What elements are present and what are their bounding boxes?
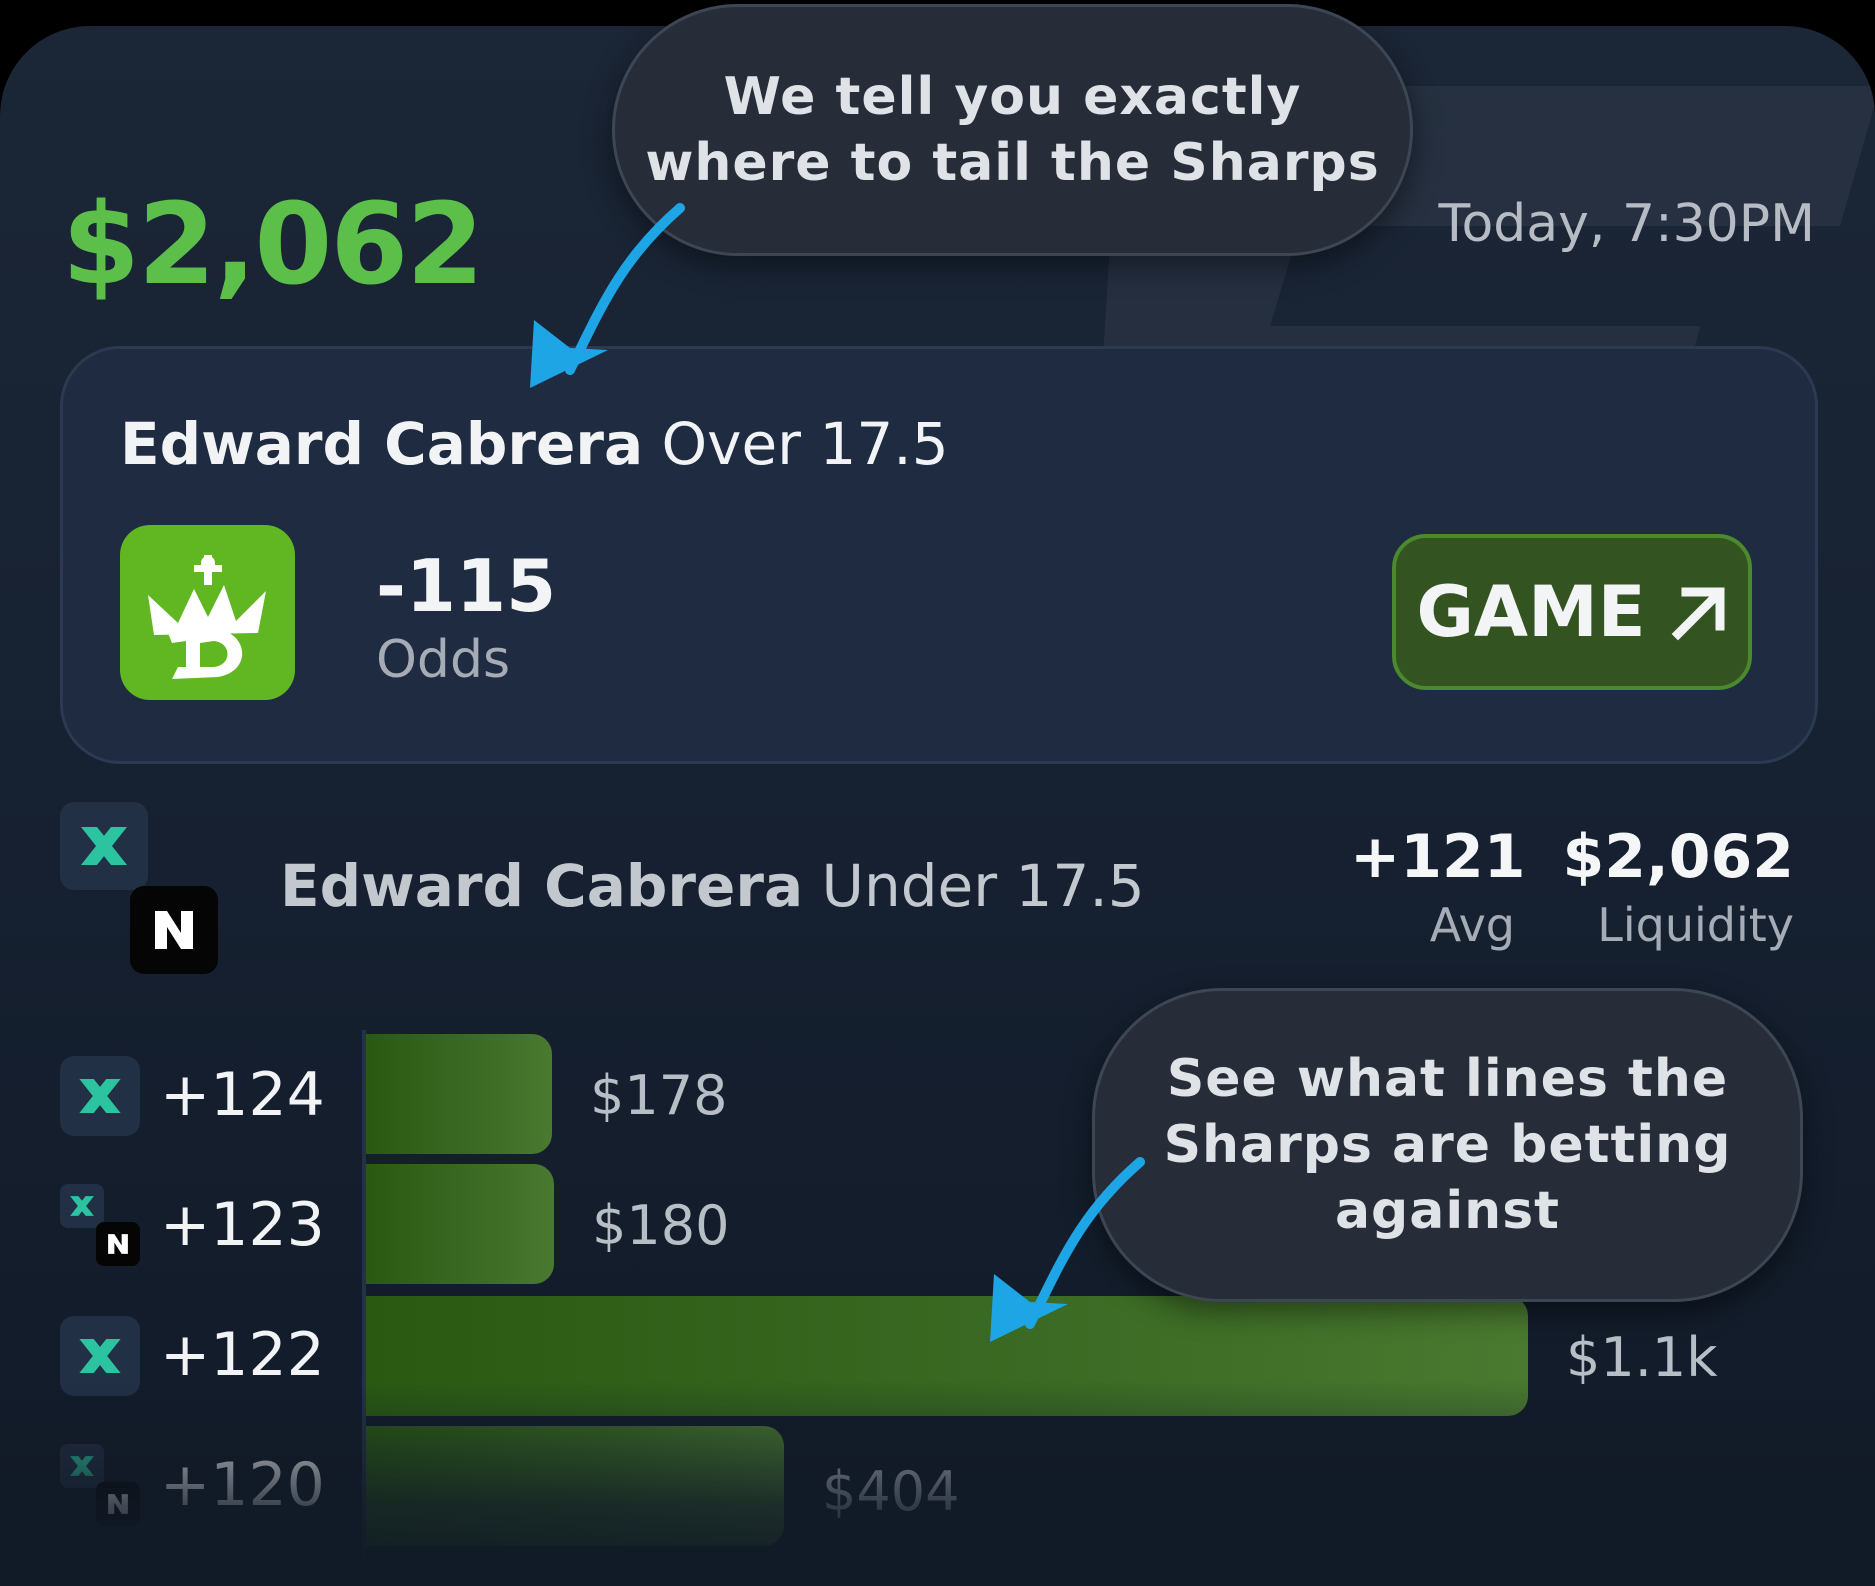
game-button[interactable]: GAME <box>1392 534 1752 690</box>
callout-bottom-text: See what lines the Sharps are betting ag… <box>1163 1049 1732 1241</box>
liquidity-bar[interactable] <box>366 1164 554 1284</box>
exchange-x-icon <box>60 1056 140 1136</box>
exchange-x-icon <box>60 802 148 890</box>
liquidity-stat: $2,062 Liquidity <box>1560 822 1794 952</box>
avg-value: +121 <box>1350 822 1526 892</box>
game-button-label: GAME <box>1416 571 1646 653</box>
market-line: Under 17.5 <box>821 852 1145 920</box>
avg-label: Avg <box>1429 898 1515 952</box>
exchange-x-icon <box>60 1316 140 1396</box>
avg-stat: +121 Avg <box>1350 822 1526 952</box>
callout-top-text: We tell you exactly where to tail the Sh… <box>645 67 1380 193</box>
callout-top: We tell you exactly where to tail the Sh… <box>612 4 1413 256</box>
row-odds: +122 <box>160 1320 325 1390</box>
market-title: Edward Cabrera Under 17.5 <box>280 852 1145 920</box>
liquidity-label: Liquidity <box>1597 898 1794 952</box>
row-odds: +124 <box>160 1060 325 1130</box>
row-odds: +123 <box>160 1190 325 1260</box>
liquidity-bar[interactable] <box>366 1426 784 1546</box>
novig-n-icon-small <box>96 1482 140 1526</box>
bar-amount: $180 <box>592 1194 730 1257</box>
total-amount: $2,062 <box>62 180 484 310</box>
novig-n-icon-small <box>96 1222 140 1266</box>
draftkings-logo-icon[interactable] <box>120 525 295 700</box>
exchange-x-icon-small <box>60 1184 104 1228</box>
bet-line: Over 17.5 <box>661 410 949 478</box>
bet-player: Edward Cabrera <box>120 410 644 478</box>
row-odds: +120 <box>160 1450 325 1520</box>
liquidity-value: $2,062 <box>1562 822 1794 892</box>
arrow-up-right-icon <box>1671 587 1725 641</box>
callout-arrow-icon <box>990 1157 1145 1342</box>
odds-value: -115 <box>376 544 557 628</box>
bar-amount: $404 <box>822 1460 960 1523</box>
market-player: Edward Cabrera <box>280 852 804 920</box>
odds-label: Odds <box>376 630 511 690</box>
bar-amount: $178 <box>590 1064 728 1127</box>
liquidity-bar[interactable] <box>366 1034 552 1154</box>
event-time: Today, 7:30PM <box>1438 194 1815 254</box>
liquidity-bar[interactable] <box>366 1296 1528 1416</box>
bet-title: Edward Cabrera Over 17.5 <box>120 410 949 478</box>
novig-n-icon <box>130 886 218 974</box>
callout-bottom: See what lines the Sharps are betting ag… <box>1092 988 1803 1302</box>
bar-amount: $1.1k <box>1566 1326 1718 1389</box>
callout-arrow-icon <box>530 203 685 388</box>
exchange-x-icon-small <box>60 1444 104 1488</box>
